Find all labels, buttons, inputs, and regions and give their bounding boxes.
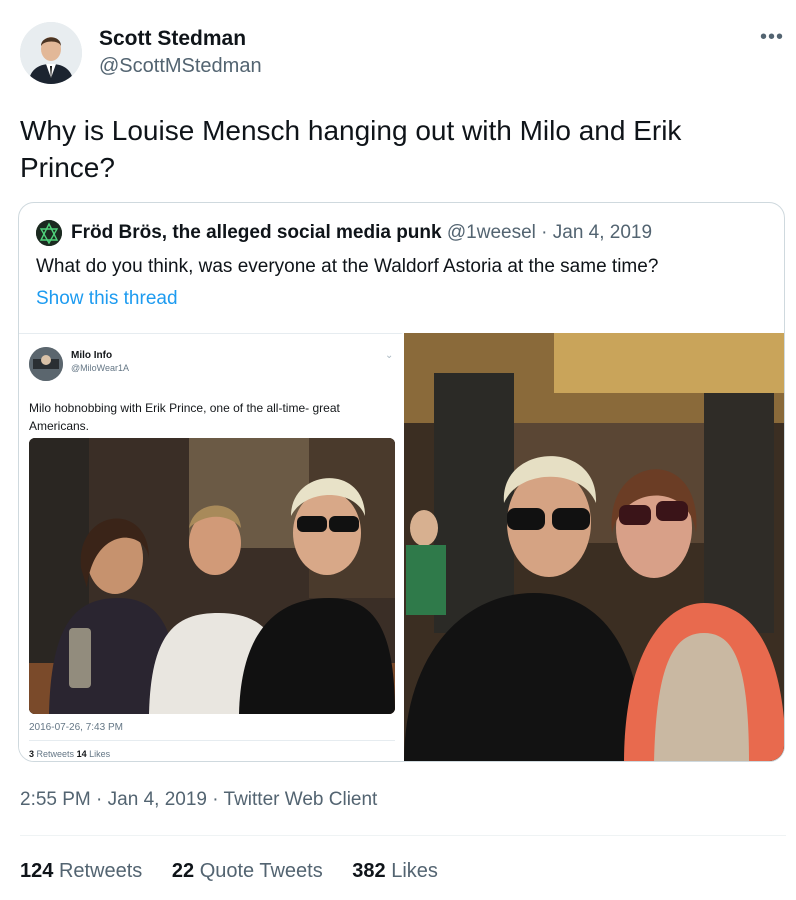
engagement-stats: 124 Retweets 22 Quote Tweets 382 Likes <box>20 860 462 883</box>
quoted-handle[interactable]: @1weesel <box>447 222 536 243</box>
retweets-count: 124 <box>20 860 54 882</box>
divider <box>20 835 786 836</box>
quoted-text: What do you think, was everyone at the W… <box>36 256 659 277</box>
quoted-tweet[interactable]: Fröd Brös, the alleged social media punk… <box>18 202 785 762</box>
author-handle[interactable]: @ScottMStedman <box>99 55 262 78</box>
retweets-stat[interactable]: 124 Retweets <box>20 860 142 882</box>
screenshot-name: Milo Info <box>71 350 113 361</box>
screenshot-retweets-label: Retweets <box>36 749 75 759</box>
more-icon[interactable]: ••• <box>760 26 784 49</box>
meta-separator-2: · <box>212 789 219 810</box>
screenshot-retweets-count: 3 <box>29 749 35 759</box>
screenshot-avatar <box>29 347 63 381</box>
media-image-photo[interactable] <box>404 333 784 761</box>
quoted-header: Fröd Brös, the alleged social media punk… <box>71 222 652 244</box>
author-name[interactable]: Scott Stedman <box>99 27 246 51</box>
quote-tweets-stat[interactable]: 22 Quote Tweets <box>172 860 323 882</box>
quoted-avatar[interactable] <box>36 220 62 246</box>
author-avatar[interactable] <box>20 22 82 84</box>
screenshot-handle: @MiloWear1A <box>71 363 129 373</box>
quoted-date[interactable]: Jan 4, 2019 <box>553 222 652 243</box>
screenshot-text: Milo hobnobbing with Erik Prince, one of… <box>29 401 340 433</box>
tweet-time[interactable]: 2:55 PM <box>20 789 91 810</box>
quote-tweets-count: 22 <box>171 860 195 882</box>
screenshot-likes-count: 14 <box>76 749 87 759</box>
screenshot-photo <box>29 438 395 714</box>
tweet-client[interactable]: Twitter Web Client <box>224 789 378 810</box>
quote-tweets-label: Quote Tweets <box>199 860 323 882</box>
screenshot-likes-label: Likes <box>89 749 111 759</box>
meta-separator-1: · <box>96 789 103 810</box>
likes-count: 382 <box>352 860 386 882</box>
screenshot-divider <box>29 740 395 741</box>
screenshot-timestamp: 2016-07-26, 7:43 PM <box>29 722 123 733</box>
tweet-date[interactable]: Jan 4, 2019 <box>108 789 207 810</box>
quoted-name[interactable]: Fröd Brös, the alleged social media punk <box>71 222 442 243</box>
screenshot-stats: 3 Retweets 14 Likes <box>29 749 110 759</box>
retweets-label: Retweets <box>58 860 143 882</box>
show-thread-link[interactable]: Show this thread <box>36 288 178 310</box>
likes-stat[interactable]: 382 Likes <box>352 860 438 882</box>
chevron-down-icon: ⌄ <box>385 350 394 361</box>
quoted-separator: · <box>541 222 548 243</box>
tweet-timestamp: 2:55 PM · Jan 4, 2019 · Twitter Web Clie… <box>20 789 377 811</box>
likes-label: Likes <box>391 860 438 882</box>
media-image-screenshot[interactable]: Milo Info @MiloWear1A ⌄ Milo hobnobbing … <box>19 333 403 761</box>
tweet-text: Why is Louise Mensch hanging out with Mi… <box>20 115 682 183</box>
